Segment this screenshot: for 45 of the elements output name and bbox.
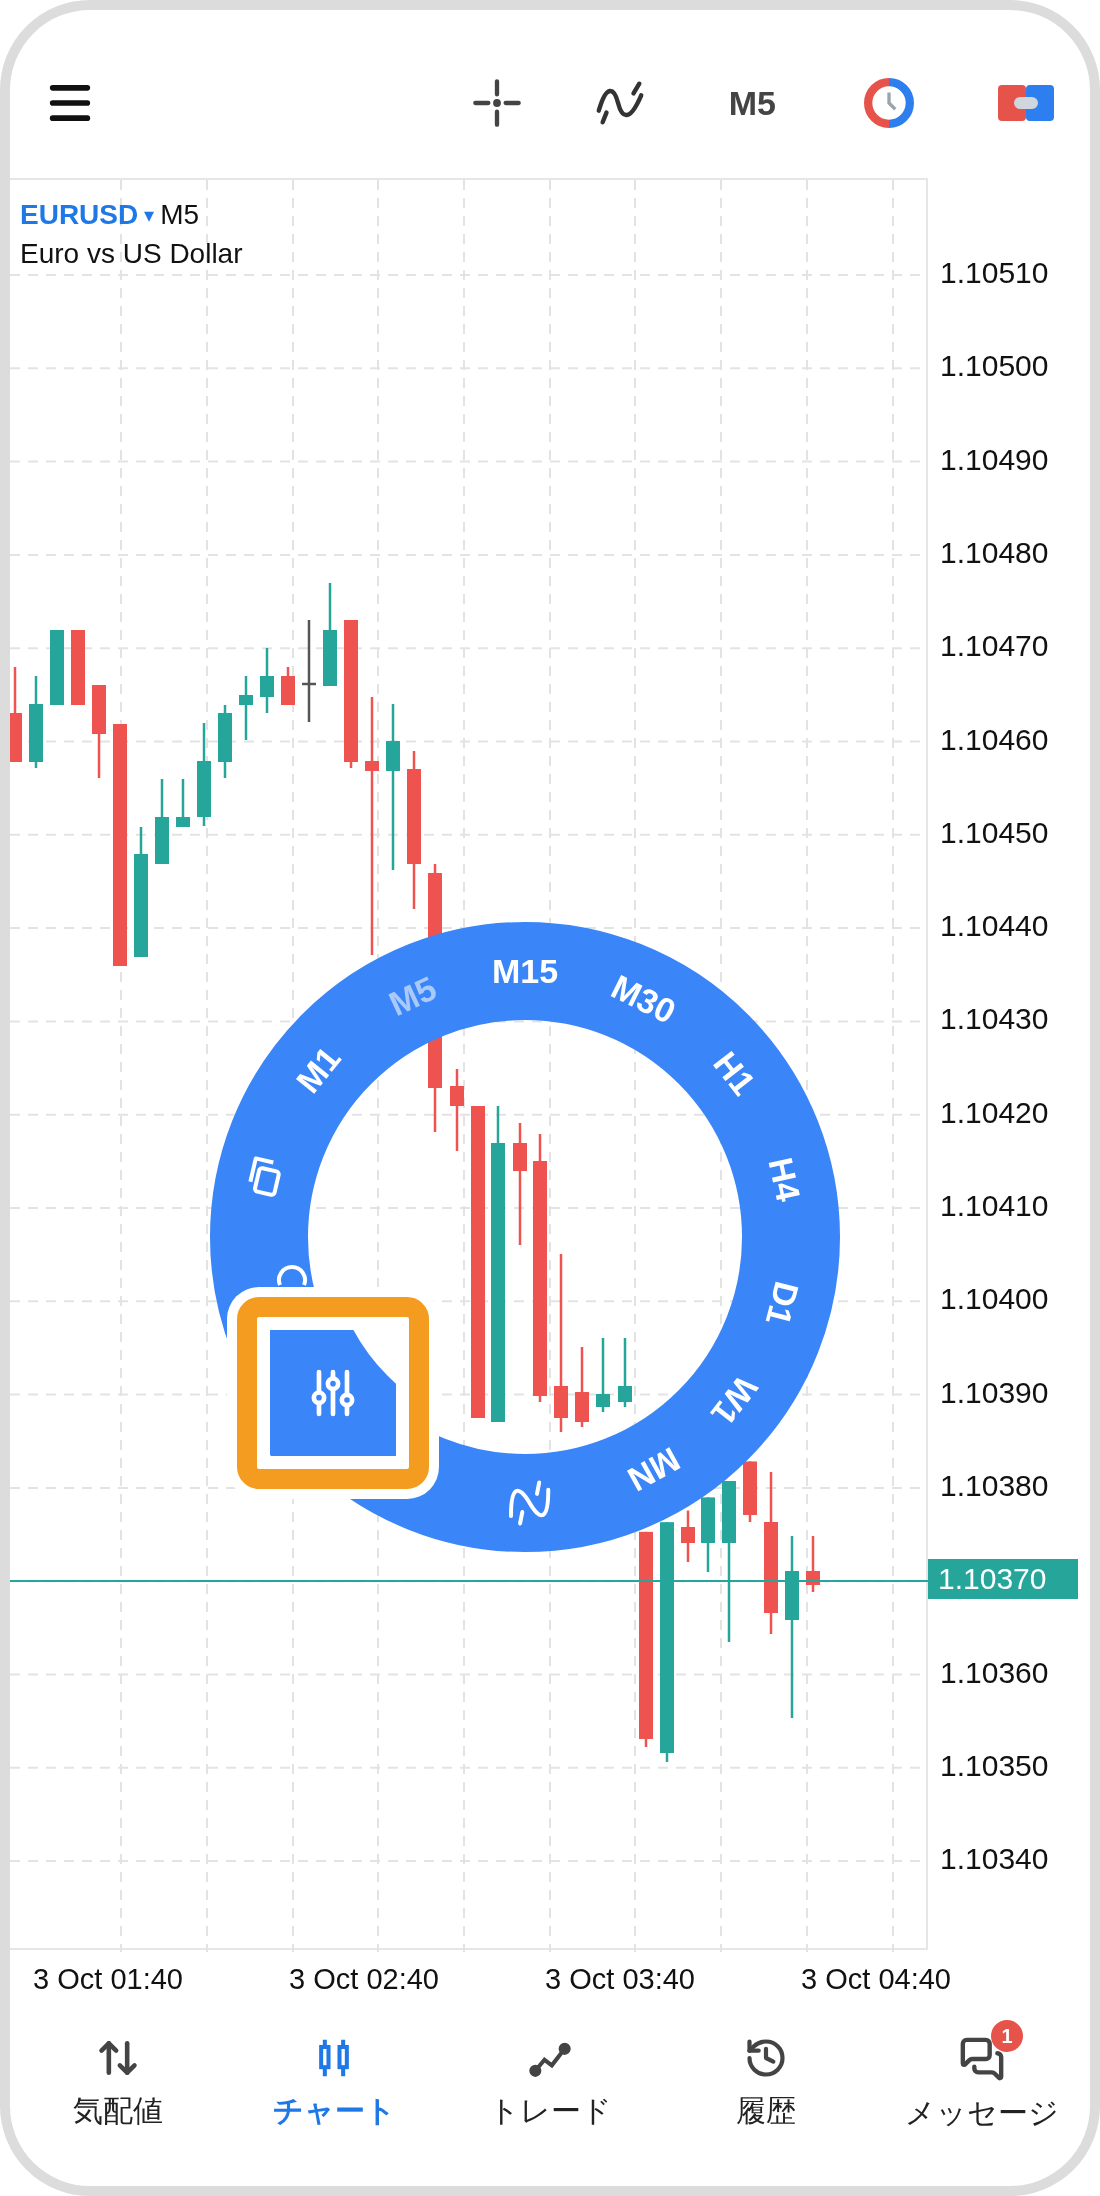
nav-tab[interactable]: トレード bbox=[442, 2014, 658, 2139]
price-label: 1.10410 bbox=[940, 1188, 1049, 1224]
price-label: 1.10510 bbox=[940, 255, 1049, 291]
nav-tab[interactable]: 気配値 bbox=[10, 2014, 226, 2139]
notification-badge: 1 bbox=[991, 2020, 1023, 2052]
price-label: 1.10420 bbox=[940, 1094, 1049, 1131]
time-label: 3 Oct 02:40 bbox=[289, 1962, 439, 1997]
price-label: 1.10390 bbox=[940, 1374, 1049, 1411]
price-label: 1.10380 bbox=[940, 1467, 1049, 1504]
price-label: 1.10470 bbox=[940, 628, 1049, 665]
price-label: 1.10440 bbox=[940, 908, 1049, 945]
candle bbox=[281, 667, 295, 705]
price-label: 1.10430 bbox=[940, 1001, 1049, 1038]
history-icon bbox=[744, 2036, 788, 2080]
nav-tab[interactable]: 履歴 bbox=[658, 2014, 874, 2139]
nav-tab[interactable]: 1 メッセージ bbox=[874, 2014, 1090, 2141]
current-price-label: 1.10370 bbox=[928, 1559, 1078, 1600]
clock-icon[interactable] bbox=[864, 78, 914, 128]
dropdown-arrow[interactable]: ▾ bbox=[144, 200, 155, 230]
candle bbox=[806, 1536, 820, 1592]
candle bbox=[618, 1338, 632, 1407]
timeframe-button[interactable]: M5 bbox=[728, 77, 776, 129]
price-label: 1.10490 bbox=[940, 441, 1049, 478]
chart-timeframe: M5 bbox=[160, 198, 200, 232]
nav-tab[interactable]: チャート bbox=[226, 2014, 442, 2139]
price-label: 1.10340 bbox=[940, 1841, 1049, 1878]
price-label: 1.10480 bbox=[940, 534, 1049, 571]
chart-settings-button[interactable] bbox=[270, 1330, 396, 1456]
price-label: 1.10450 bbox=[940, 814, 1049, 851]
price-label: 1.10400 bbox=[940, 1281, 1049, 1318]
time-label: 3 Oct 01:40 bbox=[33, 1962, 183, 1997]
price-label: 1.10500 bbox=[940, 348, 1049, 385]
crosshair-icon[interactable] bbox=[470, 77, 523, 129]
time-label: 3 Oct 03:40 bbox=[545, 1962, 695, 1997]
symbol-description: Euro vs US Dollar bbox=[20, 237, 243, 271]
candle bbox=[681, 1510, 695, 1562]
price-label: 1.10460 bbox=[940, 721, 1049, 758]
price-label: 1.10360 bbox=[940, 1654, 1049, 1691]
candle bbox=[176, 779, 190, 827]
time-label: 3 Oct 04:40 bbox=[801, 1962, 951, 1997]
candle bbox=[260, 648, 274, 713]
price-label: 1.10350 bbox=[940, 1747, 1049, 1784]
candle bbox=[239, 676, 253, 740]
symbol-name[interactable]: EURUSD bbox=[20, 194, 139, 236]
candle bbox=[743, 1461, 757, 1522]
